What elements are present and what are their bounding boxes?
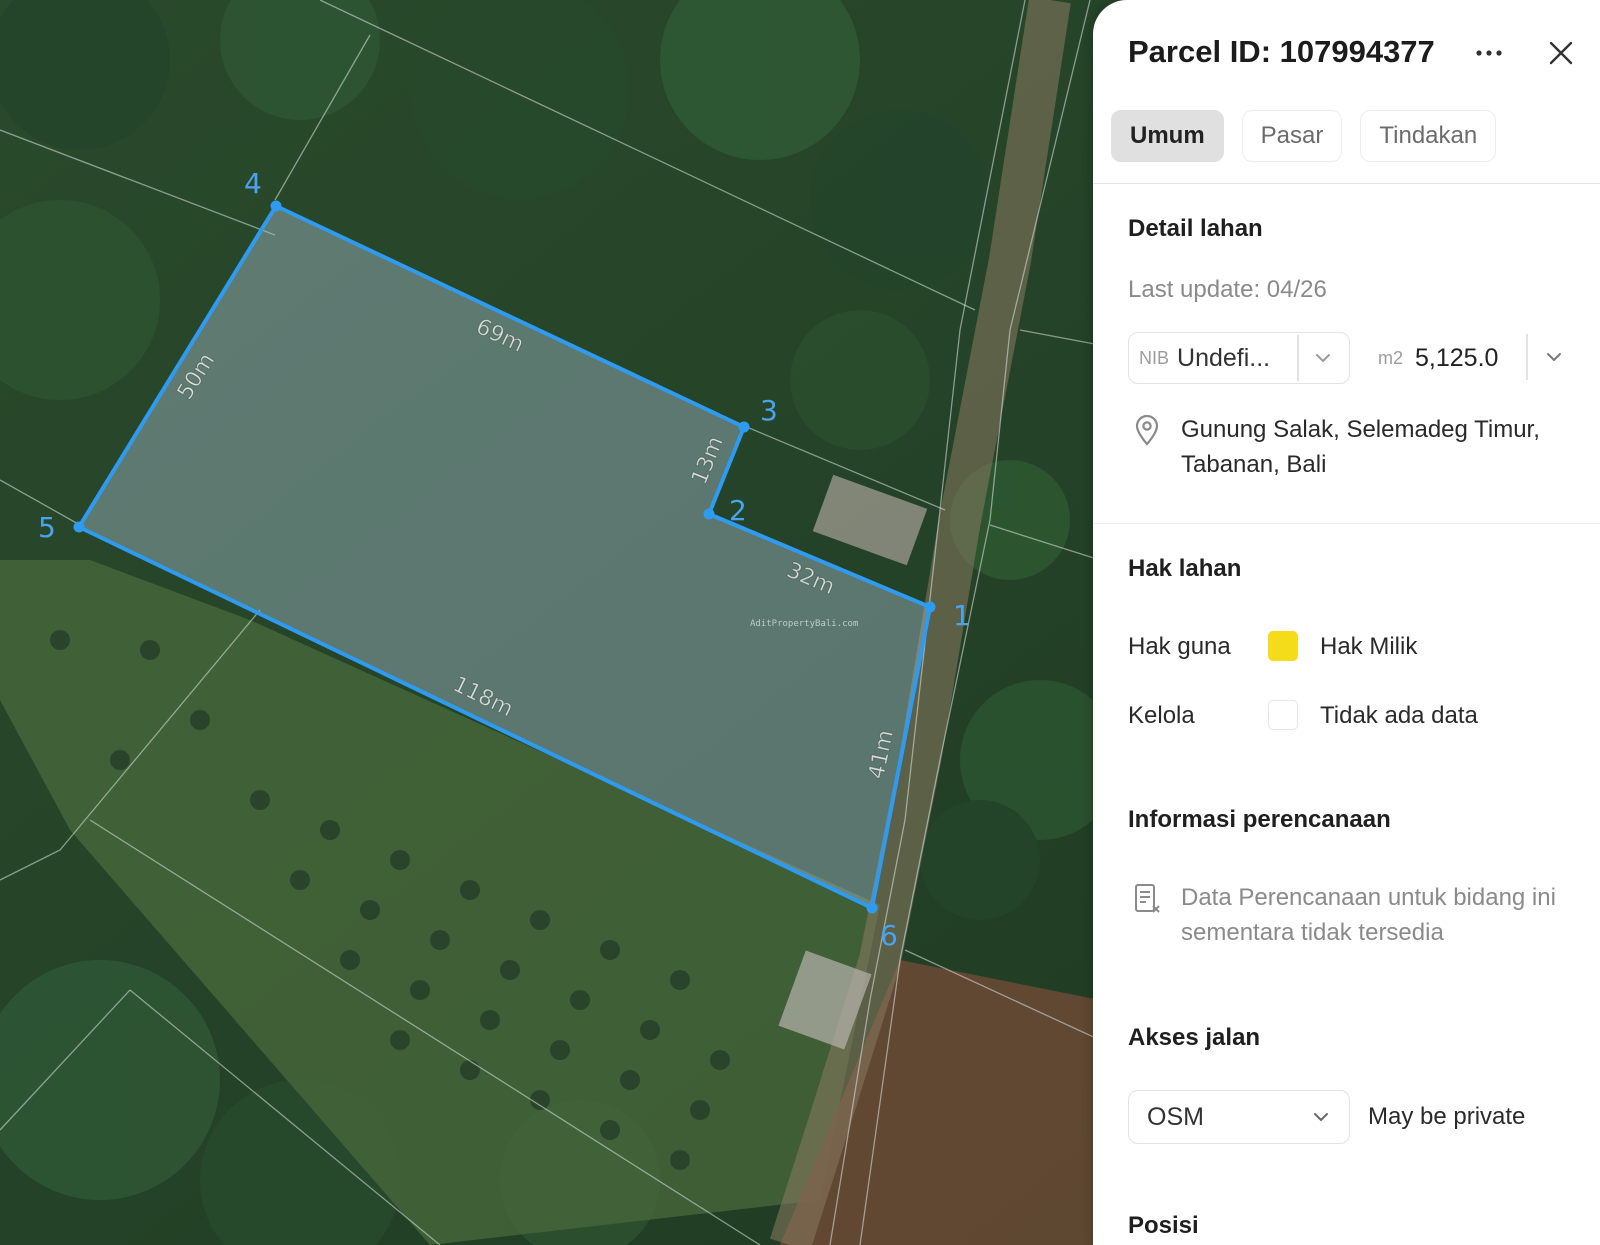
vertex-dot-3[interactable] (738, 421, 750, 433)
tab-pasar[interactable]: Pasar (1241, 110, 1343, 162)
vertex-label-5: 5 (38, 511, 56, 544)
hak-guna-value: Hak Milik (1320, 633, 1418, 660)
hak-guna-label: Hak guna (1128, 633, 1231, 660)
hak-guna-swatch (1268, 631, 1298, 661)
area-value: 5,125.0 (1415, 343, 1499, 372)
location-pin-icon (1135, 414, 1159, 446)
rights-section-title: Hak lahan (1128, 555, 1242, 582)
nib-value: Undefi... (1177, 343, 1271, 372)
area-divider (1526, 334, 1528, 380)
access-section-title: Akses jalan (1128, 1024, 1261, 1051)
nib-prefix: NIB (1139, 347, 1170, 368)
watermark: AditPropertyBali.com (750, 619, 858, 629)
vertex-dot-4[interactable] (270, 200, 282, 212)
vertex-label-1: 1 (953, 599, 971, 632)
vertex-label-3: 3 (760, 394, 778, 427)
more-options-button[interactable] (1469, 36, 1509, 70)
area-select[interactable]: m2 5,125.0 (1378, 332, 1600, 384)
area-unit: m2 (1378, 347, 1404, 368)
nib-select[interactable]: NIB Undefi... (1128, 332, 1350, 384)
last-update-text: Last update: 04/26 (1128, 276, 1327, 303)
parcel-info-panel: Parcel ID: 107994377 Umum Pasar Tindakan… (1093, 0, 1600, 1245)
header-divider (1093, 183, 1600, 184)
document-unavailable-icon (1135, 884, 1160, 913)
kelola-swatch (1268, 700, 1298, 730)
detail-section-title: Detail lahan (1128, 215, 1263, 242)
road-access-note: May be private (1368, 1103, 1526, 1130)
panel-title: Parcel ID: 107994377 (1128, 34, 1435, 69)
planning-unavailable-note: Data Perencanaan untuk bidang ini sement… (1181, 884, 1556, 946)
tab-tindakan[interactable]: Tindakan (1360, 110, 1497, 162)
road-source-value: OSM (1147, 1102, 1204, 1131)
nib-divider (1297, 335, 1299, 381)
tab-umum[interactable]: Umum (1111, 110, 1224, 162)
location-address: Gunung Salak, Selemadeg Timur, Tabanan, … (1181, 416, 1540, 478)
kelola-label: Kelola (1128, 702, 1195, 729)
road-source-select[interactable]: OSM (1128, 1090, 1350, 1144)
close-icon (1549, 41, 1573, 65)
chevron-down-icon[interactable] (1311, 346, 1335, 370)
section-divider (1093, 523, 1600, 524)
vertex-dot-6[interactable] (866, 902, 878, 914)
vertex-label-6: 6 (880, 919, 898, 952)
kelola-value: Tidak ada data (1320, 702, 1478, 729)
close-button[interactable] (1541, 36, 1581, 70)
chevron-down-icon[interactable] (1542, 345, 1566, 369)
panel-tabs: Umum Pasar Tindakan (1111, 110, 1497, 162)
position-section-title: Posisi (1128, 1212, 1199, 1239)
planning-section-title: Informasi perencanaan (1128, 806, 1391, 833)
chevron-down-icon[interactable] (1309, 1105, 1333, 1129)
vertex-label-4: 4 (244, 167, 262, 200)
vertex-dot-5[interactable] (73, 521, 85, 533)
vertex-dot-1[interactable] (924, 601, 936, 613)
vertex-label-2: 2 (729, 494, 747, 527)
vertex-dot-2[interactable] (703, 508, 715, 520)
ellipsis-icon (1476, 50, 1502, 56)
